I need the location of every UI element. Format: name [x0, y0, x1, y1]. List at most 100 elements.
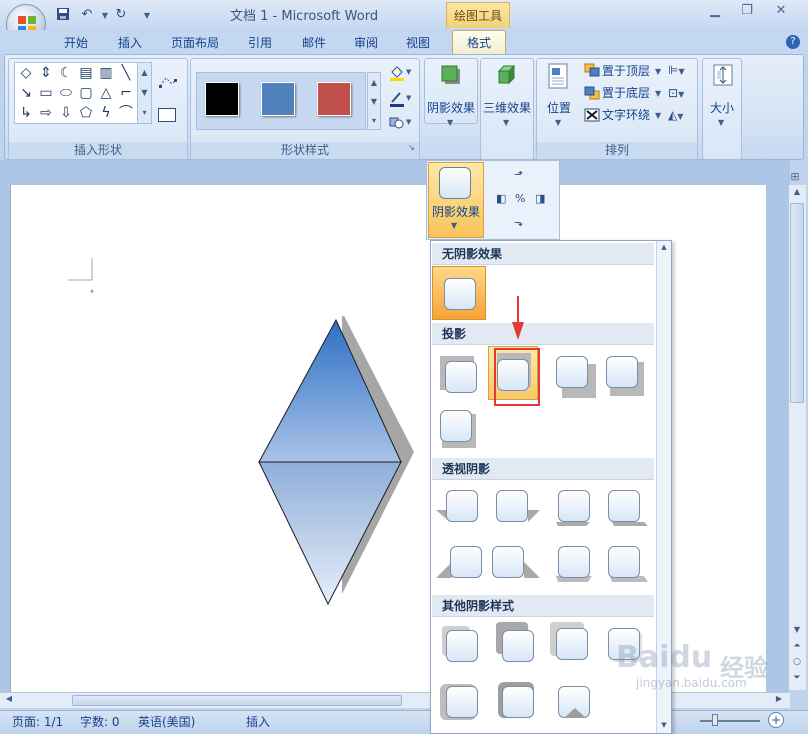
text-wrapping-icon[interactable]: [584, 108, 600, 122]
position-label[interactable]: 位置: [540, 99, 578, 116]
other-shadow-option-7[interactable]: [552, 684, 596, 724]
drop-shadow-option-1[interactable]: [438, 354, 482, 398]
no-shadow-option[interactable]: [432, 266, 486, 320]
position-icon[interactable]: [547, 63, 571, 89]
perspective-shadow-option-8[interactable]: [604, 544, 652, 584]
size-icon[interactable]: [712, 63, 734, 87]
shapes-gallery-scroll[interactable]: ▲ ▼ ▾: [137, 63, 151, 123]
bring-to-front-icon[interactable]: [584, 63, 600, 77]
change-shape-icon[interactable]: ▼: [388, 114, 414, 132]
next-page-icon[interactable]: ⏷: [790, 673, 804, 687]
ruler-toggle-icon[interactable]: ⊞: [788, 170, 802, 184]
tab-view[interactable]: 视图: [398, 33, 438, 54]
tab-mailings[interactable]: 邮件: [294, 33, 334, 54]
previous-page-icon[interactable]: ⏶: [790, 641, 804, 655]
send-to-back-caret-icon[interactable]: ▼: [655, 89, 661, 98]
edit-shape-icon[interactable]: [158, 74, 178, 90]
shape-down-arrow-icon[interactable]: ⇩: [56, 103, 76, 123]
text-wrapping-label[interactable]: 文字环绕: [602, 106, 650, 123]
shape-elbow-arrow-icon[interactable]: ↳: [16, 103, 36, 123]
shape-vertical-textbox-icon[interactable]: ▥: [96, 63, 116, 83]
shape-arc-icon[interactable]: ⌒: [116, 103, 136, 123]
shape-oval-icon[interactable]: ⬭: [56, 83, 76, 103]
bring-to-front-label[interactable]: 置于顶层: [602, 62, 650, 79]
nudge-shadow-down-icon[interactable]: ⬎: [514, 216, 530, 230]
shape-moon-icon[interactable]: ☾: [56, 63, 76, 83]
word-count-status[interactable]: 字数: 0: [80, 713, 120, 730]
shape-flowchart-icon[interactable]: ⬠: [76, 103, 96, 123]
gallery-scroll-up-icon[interactable]: ▲: [658, 243, 670, 253]
restore-icon[interactable]: ❐: [738, 4, 756, 18]
nudge-shadow-right-icon[interactable]: ◨: [535, 192, 549, 206]
gallery-scroll-down-icon[interactable]: ▼: [658, 721, 670, 731]
other-shadow-option-2[interactable]: [494, 622, 538, 666]
shape-arrow-line-icon[interactable]: ↘: [16, 83, 36, 103]
tab-home[interactable]: 开始: [56, 33, 96, 54]
other-shadow-option-6[interactable]: [496, 680, 540, 724]
shape-style-swatch-blue[interactable]: [261, 82, 295, 116]
shadow-effects-label[interactable]: 阴影效果: [426, 99, 476, 116]
perspective-shadow-option-1[interactable]: [436, 488, 484, 528]
perspective-shadow-option-7[interactable]: [554, 544, 602, 584]
shape-lightning-icon[interactable]: ϟ: [96, 103, 116, 123]
tab-review[interactable]: 审阅: [346, 33, 386, 54]
shape-outline-icon[interactable]: ▼: [388, 90, 414, 108]
tab-references[interactable]: 引用: [240, 33, 280, 54]
send-to-back-label[interactable]: 置于底层: [602, 84, 650, 101]
tab-insert[interactable]: 插入: [110, 33, 150, 54]
size-label[interactable]: 大小: [702, 99, 742, 116]
perspective-shadow-option-5[interactable]: [436, 544, 484, 584]
group-objects-icon[interactable]: ⊡▼: [668, 86, 694, 100]
other-shadow-option-5[interactable]: [440, 680, 484, 724]
bring-to-front-caret-icon[interactable]: ▼: [655, 67, 661, 76]
redo-icon[interactable]: ↻: [112, 7, 130, 23]
shape-style-swatch-black[interactable]: [205, 82, 239, 116]
shape-elbow-connector-icon[interactable]: ⌐: [116, 83, 136, 103]
shape-triangle-icon[interactable]: △: [96, 83, 116, 103]
perspective-shadow-option-4[interactable]: [604, 488, 652, 528]
drop-shadow-option-3[interactable]: [552, 354, 596, 398]
save-icon[interactable]: [54, 7, 72, 23]
shadow-effects-dropdown-button[interactable]: 阴影效果 ▼: [428, 162, 484, 238]
scroll-up-icon[interactable]: ▲: [790, 187, 804, 201]
shape-style-gallery-scroll[interactable]: ▲ ▼ ▾: [367, 72, 381, 130]
scroll-right-icon[interactable]: ▶: [772, 694, 786, 708]
perspective-shadow-option-3[interactable]: [554, 488, 602, 528]
send-to-back-icon[interactable]: [584, 86, 600, 100]
shape-rectangle-icon[interactable]: ▭: [36, 83, 56, 103]
shape-fill-icon[interactable]: ▼: [388, 64, 414, 82]
select-browse-object-icon[interactable]: ○: [790, 657, 804, 671]
size-caret-icon[interactable]: ▼: [718, 118, 724, 127]
minimize-icon[interactable]: ▁: [706, 4, 724, 18]
drop-shadow-option-4[interactable]: [604, 354, 648, 398]
vertical-scrollbar[interactable]: ▲ ▼ ⏶ ○ ⏷: [788, 185, 806, 690]
zoom-in-icon[interactable]: +: [768, 712, 784, 728]
shape-style-swatch-red[interactable]: [317, 82, 351, 116]
insert-mode-status[interactable]: 插入: [246, 713, 270, 730]
text-wrapping-caret-icon[interactable]: ▼: [655, 111, 661, 120]
close-icon[interactable]: ✕: [772, 4, 790, 18]
align-icon[interactable]: ⊫▼: [668, 63, 694, 77]
perspective-shadow-option-6[interactable]: [490, 544, 542, 584]
tab-page-layout[interactable]: 页面布局: [164, 33, 226, 54]
perspective-shadow-option-2[interactable]: [494, 488, 542, 528]
other-shadow-option-3[interactable]: [550, 622, 594, 666]
scroll-left-icon[interactable]: ◀: [2, 694, 16, 708]
shape-line-icon[interactable]: ╲: [116, 63, 136, 83]
shadow-effects-icon[interactable]: [440, 64, 462, 86]
zoom-slider[interactable]: [700, 712, 770, 730]
shadow-on-off-icon[interactable]: %: [515, 192, 529, 206]
nudge-shadow-left-icon[interactable]: ◧: [496, 192, 510, 206]
other-shadow-option-1[interactable]: [440, 626, 484, 666]
horizontal-scroll-thumb[interactable]: [72, 695, 402, 706]
tab-format[interactable]: 格式: [452, 30, 506, 55]
3d-effects-caret-icon[interactable]: ▼: [503, 118, 509, 127]
scroll-down-icon[interactable]: ▼: [790, 625, 804, 639]
3d-effects-icon[interactable]: [496, 64, 518, 86]
shape-updown-arrow-icon[interactable]: ⇕: [36, 63, 56, 83]
shape-right-arrow-icon[interactable]: ⇨: [36, 103, 56, 123]
undo-icon[interactable]: ↶: [78, 7, 96, 23]
shape-rounded-rect-icon[interactable]: ▢: [76, 83, 96, 103]
shadow-effects-caret-icon[interactable]: ▼: [447, 118, 453, 127]
language-status[interactable]: 英语(美国): [138, 713, 195, 730]
